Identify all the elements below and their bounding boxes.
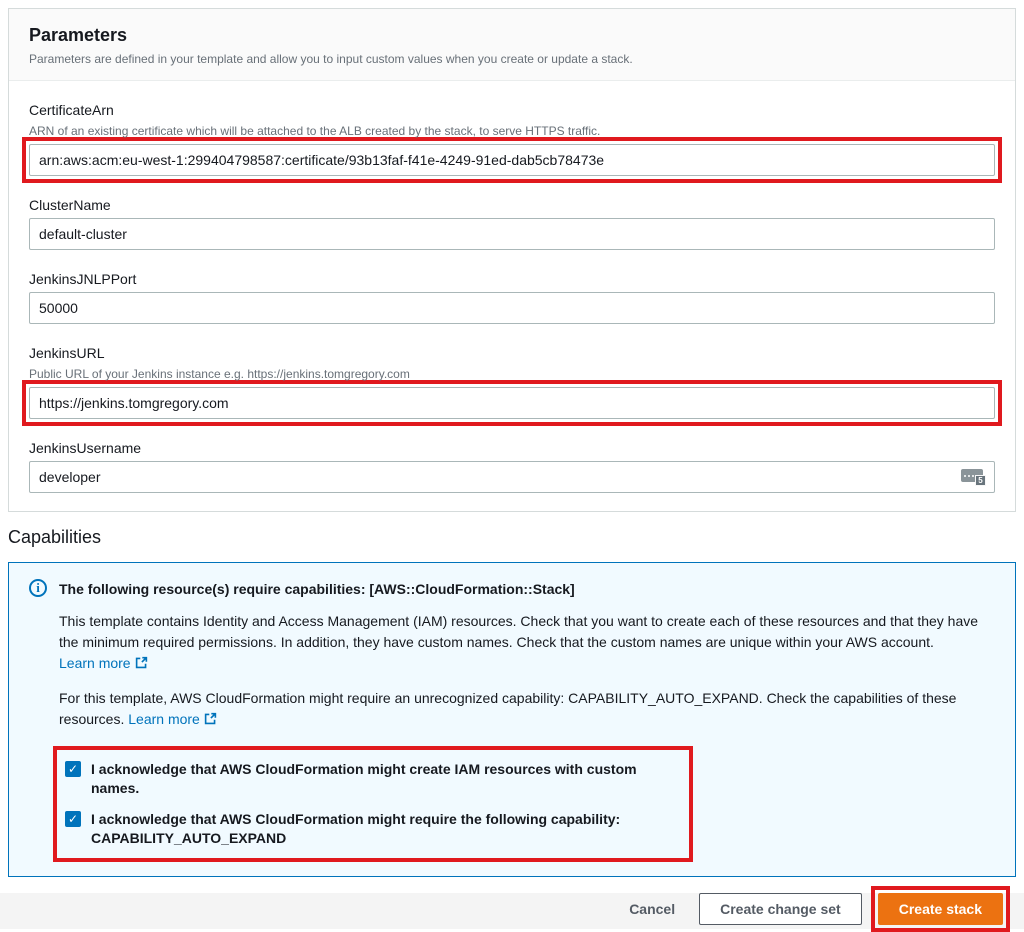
password-manager-badge: 5 (975, 475, 986, 486)
cloudformation-review-page: Parameters Parameters are defined in you… (0, 0, 1024, 894)
external-link-icon (135, 656, 148, 669)
jenkins-username-input[interactable] (29, 461, 995, 493)
external-link-icon (204, 712, 217, 725)
field-input-outer (22, 137, 1002, 183)
capabilities-heading: Capabilities (8, 527, 1016, 548)
create-stack-annotation-box: Create stack (871, 886, 1010, 932)
cluster-name-input[interactable] (29, 218, 995, 250)
learn-more-link[interactable]: Learn more (59, 655, 148, 671)
learn-more-link[interactable]: Learn more (128, 711, 217, 727)
jenkins-jnlp-port-label: JenkinsJNLPPort (29, 270, 995, 288)
field-input-outer (29, 292, 995, 324)
learn-more-label: Learn more (59, 655, 131, 671)
paragraph-text: This template contains Identity and Acce… (59, 613, 978, 650)
jenkins-url-label: JenkinsURL (29, 344, 995, 362)
field-certificate-arn: CertificateArn ARN of an existing certif… (29, 101, 995, 183)
certificate-arn-label: CertificateArn (29, 101, 995, 119)
checkbox-checked[interactable]: ✓ (65, 761, 81, 777)
field-input-wrap (29, 292, 995, 324)
field-jenkins-jnlp-port: JenkinsJNLPPort (29, 270, 995, 324)
parameters-title: Parameters (29, 25, 995, 46)
capability-checkbox-row: ✓ I acknowledge that AWS CloudFormation … (65, 760, 677, 798)
checkbox-label: I acknowledge that AWS CloudFormation mi… (91, 810, 677, 848)
capability-checkboxes: ✓ I acknowledge that AWS CloudFormation … (65, 760, 677, 848)
field-input-outer (22, 380, 1002, 426)
field-input-wrap: 5 (29, 461, 995, 493)
checkbox-label: I acknowledge that AWS CloudFormation mi… (91, 760, 677, 798)
alert-paragraph: For this template, AWS CloudFormation mi… (59, 688, 995, 730)
capabilities-info-alert: i The following resource(s) require capa… (8, 562, 1016, 877)
alert-title: The following resource(s) require capabi… (59, 581, 995, 597)
jenkins-username-label: JenkinsUsername (29, 439, 995, 457)
capability-checkbox-row: ✓ I acknowledge that AWS CloudFormation … (65, 810, 677, 848)
parameters-description: Parameters are defined in your template … (29, 52, 995, 67)
alert-content: The following resource(s) require capabi… (59, 579, 995, 868)
field-jenkins-url: JenkinsURL Public URL of your Jenkins in… (29, 344, 995, 426)
field-input-wrap (29, 218, 995, 250)
password-manager-icon[interactable]: 5 (961, 468, 986, 486)
field-cluster-name: ClusterName (29, 196, 995, 250)
parameters-card-header: Parameters Parameters are defined in you… (9, 9, 1015, 81)
alert-paragraph: This template contains Identity and Acce… (59, 611, 995, 674)
info-icon: i (29, 579, 47, 597)
field-input-wrap (29, 144, 995, 176)
field-input-wrap (29, 387, 995, 419)
field-input-outer: 5 (29, 461, 995, 493)
create-change-set-button[interactable]: Create change set (699, 893, 862, 925)
cluster-name-label: ClusterName (29, 196, 995, 214)
jenkins-jnlp-port-input[interactable] (29, 292, 995, 324)
checkbox-checked[interactable]: ✓ (65, 811, 81, 827)
parameters-fields: CertificateArn ARN of an existing certif… (9, 81, 1015, 511)
checkbox-annotation-box: ✓ I acknowledge that AWS CloudFormation … (53, 746, 693, 862)
alert-paragraphs: This template contains Identity and Acce… (59, 611, 995, 730)
field-input-outer (29, 218, 995, 250)
jenkins-url-input[interactable] (29, 387, 995, 419)
parameters-card: Parameters Parameters are defined in you… (8, 8, 1016, 512)
learn-more-label: Learn more (128, 711, 200, 727)
action-bar: Cancel Create change set Create stack (0, 893, 1024, 929)
create-stack-button[interactable]: Create stack (878, 893, 1003, 925)
certificate-arn-input[interactable] (29, 144, 995, 176)
field-jenkins-username: JenkinsUsername 5 (29, 439, 995, 493)
cancel-button[interactable]: Cancel (621, 893, 683, 925)
